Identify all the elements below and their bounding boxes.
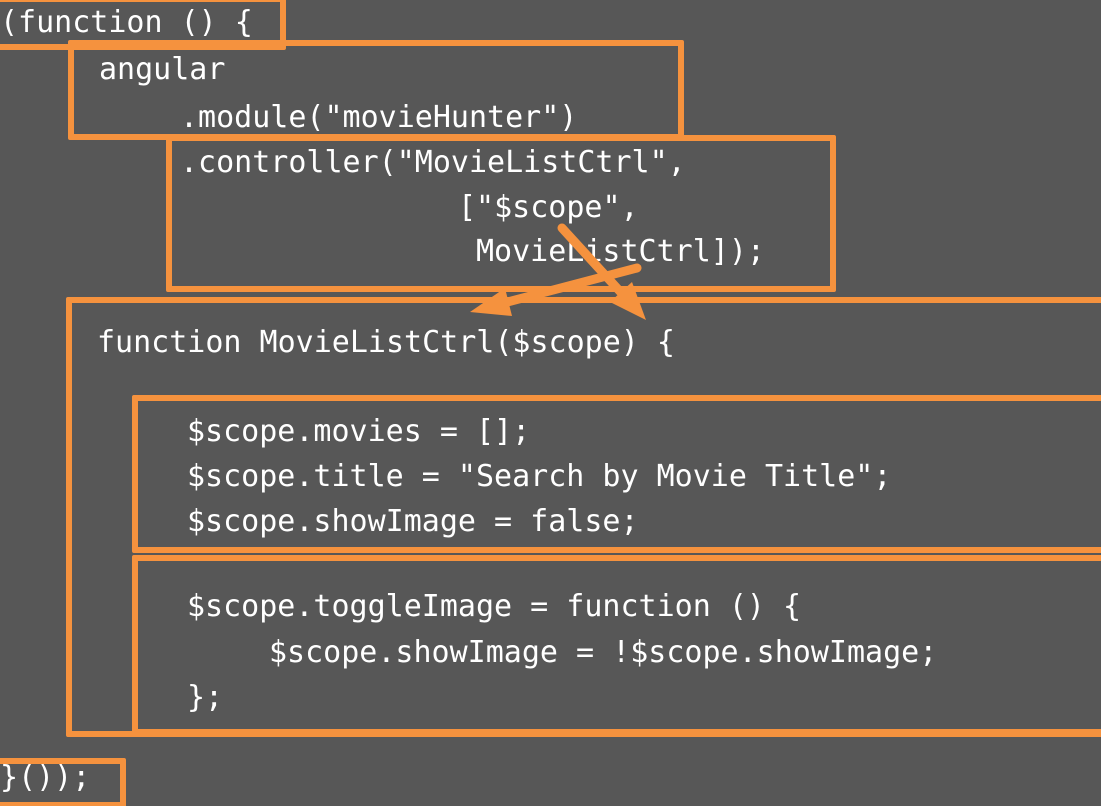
code-line-toggle-image-close: }; [187, 680, 224, 715]
code-slide: (function () { angular .module("movieHun… [0, 0, 1101, 806]
code-line-iife-close: }()); [0, 760, 91, 795]
code-line-show-image: $scope.showImage = false; [187, 504, 639, 539]
code-line-toggle-image-decl: $scope.toggleImage = function () { [187, 589, 802, 624]
code-line-deps-ctrl: MovieListCtrl]); [476, 234, 765, 269]
code-line-angular: angular [99, 52, 226, 87]
code-line-iife-open: (function () { [0, 5, 253, 40]
code-line-movies: $scope.movies = []; [187, 414, 531, 449]
code-line-function-decl: function MovieListCtrl($scope) { [97, 325, 675, 360]
code-line-module: .module("movieHunter") [180, 100, 578, 135]
code-line-toggle-image-body: $scope.showImage = !$scope.showImage; [269, 635, 938, 670]
code-line-title: $scope.title = "Search by Movie Title"; [187, 459, 892, 494]
code-line-deps-scope: ["$scope", [458, 190, 639, 225]
code-line-controller: .controller("MovieListCtrl", [180, 145, 686, 180]
